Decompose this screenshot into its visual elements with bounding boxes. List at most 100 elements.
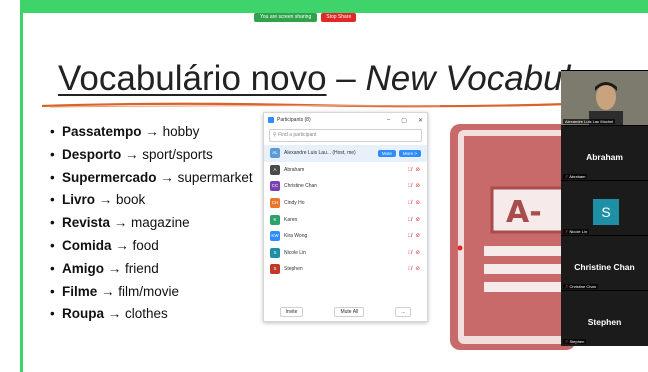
participants-panel: Participants (8) – ▢ ✕ ⚲ Find a particip… [263, 112, 428, 322]
mute-all-button[interactable]: Mute All [334, 307, 365, 317]
vocab-item: • Revista → magazine [50, 212, 253, 235]
vocab-item: • Amigo → friend [50, 258, 253, 281]
participant-name: Stephen [284, 266, 303, 273]
vocab-portuguese: Filme [62, 283, 98, 299]
arrow-icon: → [111, 237, 133, 253]
participants-header: Participants (8) – ▢ ✕ [264, 113, 427, 127]
brush-stroke-divider [41, 102, 569, 108]
screen-share-border-top [0, 0, 648, 13]
vocab-portuguese: Amigo [62, 260, 104, 276]
participant-row[interactable]: S Nicole Lin 🎙̸ ⊘ [264, 245, 427, 262]
title-portuguese: Vocabulário novo [58, 59, 327, 98]
arrow-icon: → [104, 260, 126, 276]
participant-row[interactable]: CH Cindy Ho 🎙̸ ⊘ [264, 195, 427, 212]
participant-name: Kira Wong [284, 233, 308, 240]
vocab-portuguese: Revista [62, 215, 111, 231]
vocab-item: • Roupa → clothes [50, 303, 253, 326]
avatar: S [270, 264, 280, 275]
video-tile[interactable]: Stephen ✗ Stephen [561, 290, 648, 346]
name-label: ✗ Christine Chan [563, 284, 598, 289]
name-label: Alexandre Luis Lau Mochel [563, 119, 616, 124]
vocab-english: friend [125, 260, 159, 276]
arrow-icon: → [104, 306, 126, 322]
participant-display-name: Christine Chan [574, 262, 635, 272]
arrow-icon: → [121, 146, 143, 162]
vocab-english: magazine [131, 215, 190, 231]
participants-title: Participants (8) [277, 117, 311, 123]
close-icon[interactable]: ✕ [418, 117, 423, 124]
sharing-status: You are screen sharing [254, 13, 318, 22]
bullet: • [50, 283, 55, 299]
bullet: • [50, 237, 55, 253]
name-label-text: Abraham [569, 174, 586, 179]
vocab-portuguese: Roupa [62, 306, 104, 322]
participant-name: Christine Chan [284, 183, 318, 190]
more-button[interactable]: More > [398, 149, 421, 157]
vocab-english: clothes [125, 306, 168, 322]
vocab-portuguese: Supermercado [62, 169, 157, 185]
participants-footer: Invite Mute All ... [264, 307, 427, 317]
name-label-text: Nicole Lin [569, 229, 588, 234]
participant-name: Alexandre Luis Lau... (Host, me) [284, 150, 356, 157]
bullet: • [50, 260, 55, 276]
maximize-icon[interactable]: ▢ [401, 117, 407, 124]
mute-button[interactable]: Mute [377, 149, 396, 157]
search-icon: ⚲ [273, 132, 277, 138]
bullet: • [50, 192, 55, 208]
name-label: ✗ Nicole Lin [563, 229, 590, 234]
minimize-icon[interactable]: – [387, 117, 390, 124]
bullet: • [50, 124, 55, 139]
vocab-english: sport/sports [142, 146, 213, 162]
title-dash: – [326, 59, 366, 98]
muted-mic-video-off-icon: 🎙̸ ⊘ [407, 166, 421, 173]
screen-share-banner: You are screen sharing Stop Share [254, 13, 357, 22]
vocabulary-list: • Passatempo → hobby • Desporto → sport/spo… [50, 121, 253, 326]
arrow-icon: → [110, 215, 132, 231]
video-tile[interactable]: Alexandre Luis Lau Mochel [561, 70, 648, 128]
participant-name: Abraham [284, 166, 305, 173]
avatar: AL [270, 148, 280, 159]
participant-row[interactable]: S Stephen 🎙̸ ⊘ [264, 261, 427, 278]
vocab-item: • Filme → film/movie [50, 281, 253, 304]
muted-mic-video-off-icon: 🎙̸ ⊘ [407, 233, 421, 240]
screen-share-border-left [0, 0, 23, 372]
participant-search-input[interactable]: ⚲ Find a participant [269, 129, 422, 142]
muted-mic-video-off-icon: 🎙̸ ⊘ [407, 216, 421, 223]
video-tile[interactable]: S ✗ Nicole Lin [561, 180, 648, 236]
participant-name: Nicole Lin [284, 249, 306, 256]
participant-row[interactable]: CC Christine Chan 🎙̸ ⊘ [264, 178, 427, 195]
avatar: S [593, 199, 619, 225]
vocab-english: film/movie [118, 283, 180, 299]
bullet: • [50, 306, 55, 322]
avatar: A [270, 164, 280, 175]
video-tile[interactable]: Christine Chan ✗ Christine Chan [561, 235, 648, 291]
avatar: S [270, 247, 280, 258]
video-gallery: Alexandre Luis Lau Mochel Abraham ✗ Abraha… [561, 70, 648, 346]
vocab-portuguese: Livro [62, 192, 96, 208]
bullet: • [50, 169, 55, 185]
stop-share-button[interactable]: Stop Share [321, 13, 357, 22]
participant-row[interactable]: KW Kira Wong 🎙̸ ⊘ [264, 228, 427, 245]
invite-button[interactable]: Invite [279, 307, 304, 317]
participant-name: Karen [284, 216, 298, 223]
vocab-english: supermarket [177, 169, 253, 185]
vocab-english: book [116, 192, 146, 208]
video-tile[interactable]: Abraham ✗ Abraham [561, 125, 648, 181]
arrow-icon: → [95, 192, 117, 208]
vocab-item: • Desporto → sport/sports [50, 144, 253, 167]
vocab-english: food [132, 237, 159, 253]
participant-row[interactable]: A Abraham 🎙̸ ⊘ [264, 162, 427, 179]
participant-display-name: Stephen [587, 317, 622, 327]
avatar: KW [270, 231, 280, 242]
search-placeholder: Find a participant [278, 132, 317, 138]
participant-display-name: Abraham [586, 152, 623, 162]
name-label: ✗ Stephen [563, 339, 587, 344]
name-label-text: Stephen [569, 339, 585, 344]
participant-row-host[interactable]: AL Alexandre Luis Lau... (Host, me) Mute… [264, 145, 427, 162]
muted-mic-video-off-icon: 🎙̸ ⊘ [407, 200, 421, 207]
more-options-button[interactable]: ... [395, 307, 412, 317]
arrow-icon: → [141, 124, 163, 139]
participant-row[interactable]: K Karen 🎙̸ ⊘ [264, 211, 427, 228]
vocab-item: • Comida → food [50, 235, 253, 258]
vocab-portuguese: Desporto [62, 146, 122, 162]
